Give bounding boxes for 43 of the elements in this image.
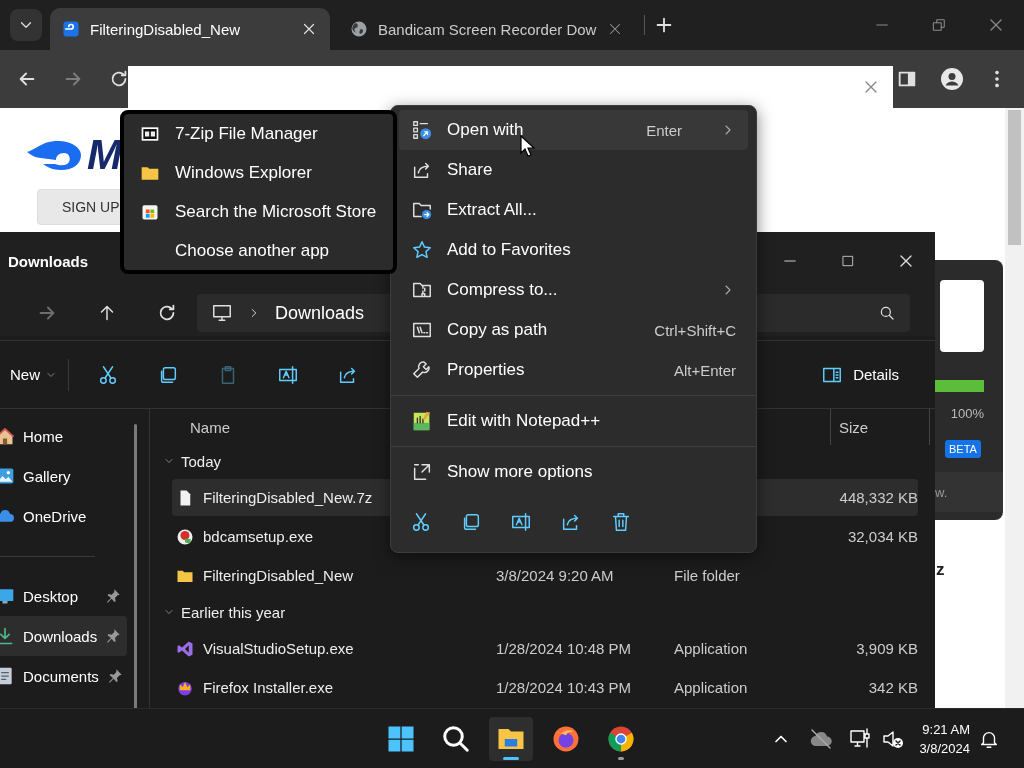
- menu-label: Copy as path: [447, 320, 548, 339]
- shortcut-label: Alt+Enter: [673, 361, 736, 379]
- menu-label: Properties: [447, 360, 525, 379]
- file-name: Firefox Installer.exe: [203, 679, 334, 696]
- size-cell: 448,332 KB: [839, 489, 918, 506]
- type-cell: File folder: [674, 567, 740, 584]
- menu-label: Choose another app: [175, 240, 330, 261]
- page-text: z: [936, 560, 945, 580]
- menu-label: Edit with Notepad++: [447, 411, 601, 430]
- file-name: FilteringDisabled_New.7z: [203, 489, 373, 506]
- file-name: FilteringDisabled_New: [203, 567, 354, 584]
- date-cell: 1/28/2024 10:43 PM: [496, 679, 632, 696]
- menu-label: Open with: [447, 120, 524, 139]
- nav-label: Downloads: [23, 627, 98, 645]
- shortcut-label: Enter: [646, 121, 682, 139]
- nav-label: OneDrive: [23, 507, 87, 525]
- file-name: bdcamsetup.exe: [203, 528, 314, 545]
- menu-label: Extract All...: [447, 200, 537, 219]
- nav-label: Desktop: [23, 587, 79, 605]
- size-cell: 342 KB: [868, 679, 918, 696]
- file-name: VisualStudioSetup.exe: [203, 640, 354, 657]
- logo-text: M: [87, 135, 122, 175]
- menu-label: Add to Favorites: [447, 240, 571, 259]
- menu-label: Show more options: [447, 462, 593, 481]
- beta-badge: BETA: [945, 440, 981, 458]
- menu-label: Windows Explorer: [175, 162, 312, 183]
- size-cell: 3,909 KB: [856, 640, 918, 657]
- nav-label: Home: [23, 427, 63, 445]
- menu-label: Search the Microsoft Store: [175, 201, 377, 222]
- menu-label: Share: [447, 160, 493, 179]
- menu-label: Compress to...: [447, 280, 558, 299]
- size-cell: 32,034 KB: [847, 528, 918, 545]
- card-text: w.: [935, 484, 948, 500]
- nav-label: Gallery: [23, 467, 71, 485]
- date-cell: 1/28/2024 10:48 PM: [496, 640, 632, 657]
- menu-label: 7-Zip File Manager: [175, 123, 318, 144]
- window-title: Downloads: [8, 252, 88, 270]
- date-cell: 3/8/2024 9:20 AM: [496, 567, 614, 584]
- progress-percent: 100%: [949, 406, 984, 421]
- type-cell: Application: [674, 640, 748, 657]
- shortcut-label: Ctrl+Shift+C: [654, 321, 736, 339]
- type-cell: Application: [674, 679, 748, 696]
- nav-label: Documents: [23, 667, 99, 685]
